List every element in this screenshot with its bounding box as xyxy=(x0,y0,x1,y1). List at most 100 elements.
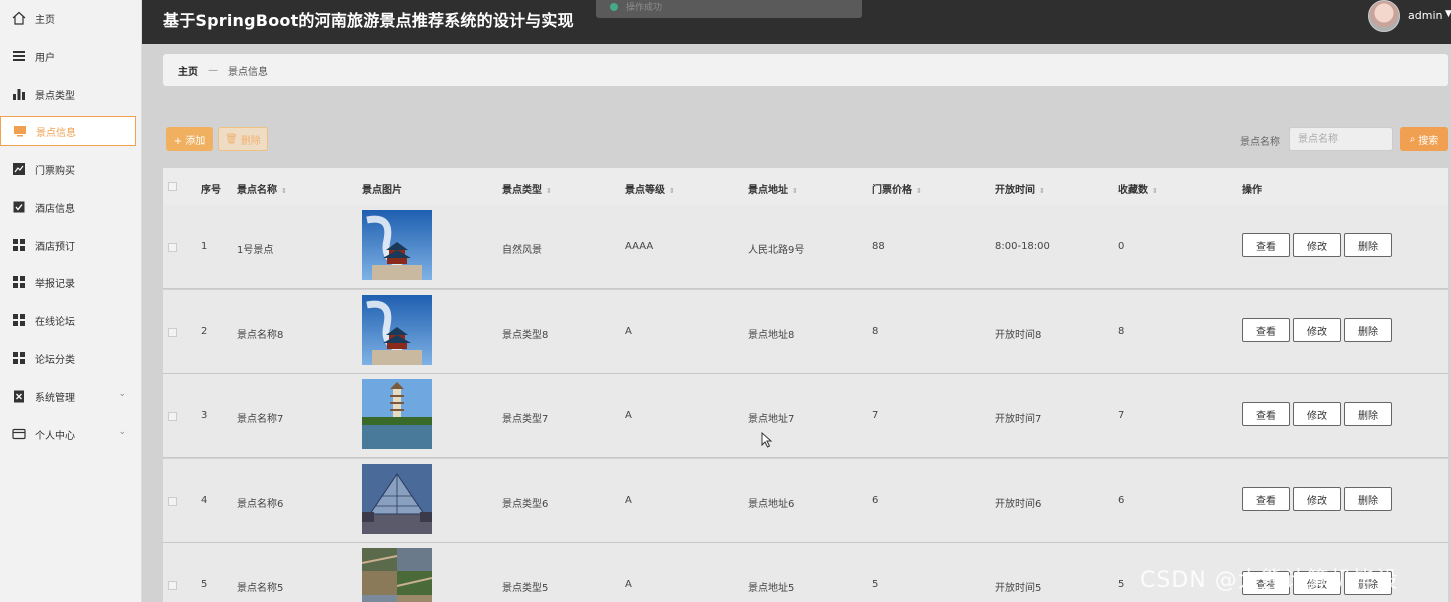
edit-button[interactable]: 修改 xyxy=(1293,233,1341,257)
breadcrumb: 主页 — 景点信息 xyxy=(163,54,1448,86)
delete-selected-button[interactable]: 🗑 删除 xyxy=(218,127,268,151)
cell-type: 自然风景 xyxy=(502,245,542,256)
user-name[interactable]: admin xyxy=(1408,9,1442,22)
col-price[interactable]: 门票价格 ⇕ xyxy=(872,181,922,196)
scenic-image[interactable] xyxy=(361,548,433,602)
avatar[interactable] xyxy=(1368,0,1400,32)
trash-icon: 🗑 xyxy=(225,133,238,145)
cell-name: 景点名称6 xyxy=(237,499,284,510)
col-address[interactable]: 景点地址 ⇕ xyxy=(748,181,798,196)
cell-price: 88 xyxy=(872,241,885,252)
view-button[interactable]: 查看 xyxy=(1242,233,1290,257)
success-icon xyxy=(610,3,618,11)
delete-button[interactable]: 删除 xyxy=(1344,402,1392,426)
cell-price: 8 xyxy=(872,326,879,337)
row-checkbox[interactable] xyxy=(168,412,177,421)
sidebar-item-profile[interactable]: 个人中心 ⌄ xyxy=(0,419,136,449)
cell-address: 景点地址7 xyxy=(748,414,795,425)
breadcrumb-separator: — xyxy=(208,64,218,76)
sidebar-item-tickets[interactable]: 门票购买 xyxy=(0,154,136,184)
clipboard-x-icon xyxy=(12,389,26,403)
cell-hours: 开放时间8 xyxy=(995,330,1042,341)
row-checkbox[interactable] xyxy=(168,581,177,590)
sidebar-item-forum-categories[interactable]: 论坛分类 xyxy=(0,343,136,373)
sidebar-item-label: 酒店信息 xyxy=(35,203,75,215)
checkbox-icon xyxy=(12,200,26,214)
sidebar-item-label: 景点信息 xyxy=(36,127,76,139)
row-checkbox[interactable] xyxy=(168,328,177,337)
sidebar-item-reports[interactable]: 举报记录 xyxy=(0,267,136,297)
col-actions: 操作 xyxy=(1242,185,1262,196)
chevron-down-icon: ⌄ xyxy=(118,389,126,399)
scenic-table: 序号 景点名称 ⇕ 景点图片 景点类型 ⇕ 景点等级 ⇕ 景点地址 ⇕ 门票价格 ⇕ 开放… xyxy=(163,168,1448,205)
delete-button[interactable]: 删除 xyxy=(1344,487,1392,511)
card-icon xyxy=(12,427,26,441)
sidebar-item-label: 在线论坛 xyxy=(35,316,75,328)
scenic-image[interactable] xyxy=(362,464,432,534)
edit-button[interactable]: 修改 xyxy=(1293,487,1341,511)
sidebar-item-hotel-booking[interactable]: 酒店预订 xyxy=(0,230,136,260)
caret-down-icon[interactable]: ▼ xyxy=(1445,9,1451,19)
cell-type: 景点类型5 xyxy=(502,583,549,594)
col-index: 序号 xyxy=(201,185,221,196)
cell-level: A xyxy=(625,495,632,506)
cell-favorites: 7 xyxy=(1118,410,1125,421)
add-button[interactable]: + 添加 xyxy=(166,127,213,151)
grid-icon xyxy=(12,275,26,289)
sort-icon: ⇕ xyxy=(281,187,287,195)
col-price-label: 门票价格 xyxy=(872,185,912,196)
col-level[interactable]: 景点等级 ⇕ xyxy=(625,181,675,196)
col-hours[interactable]: 开放时间 ⇕ xyxy=(995,181,1045,196)
cell-price: 6 xyxy=(872,495,879,506)
sort-icon: ⇕ xyxy=(669,187,675,195)
col-favorites[interactable]: 收藏数 ⇕ xyxy=(1118,181,1158,196)
sidebar-item-scenic-types[interactable]: 景点类型 xyxy=(0,79,136,109)
sidebar-item-label: 酒店预订 xyxy=(35,241,75,253)
edit-button[interactable]: 修改 xyxy=(1293,318,1341,342)
search-button[interactable]: ⌕ 搜索 xyxy=(1400,127,1448,151)
cell-level: A xyxy=(625,579,632,590)
cell-favorites: 6 xyxy=(1118,495,1125,506)
scenic-image[interactable] xyxy=(362,379,432,449)
view-button[interactable]: 查看 xyxy=(1242,318,1290,342)
col-image: 景点图片 xyxy=(362,185,402,196)
view-button[interactable]: 查看 xyxy=(1242,487,1290,511)
table-header: 序号 景点名称 ⇕ 景点图片 景点类型 ⇕ 景点等级 ⇕ 景点地址 ⇕ 门票价格 ⇕ 开放… xyxy=(163,168,1448,205)
delete-button[interactable]: 删除 xyxy=(1344,233,1392,257)
col-name[interactable]: 景点名称 ⇕ xyxy=(237,181,287,196)
delete-selected-label: 删除 xyxy=(240,135,261,147)
sidebar-item-label: 用户 xyxy=(35,52,55,64)
breadcrumb-current: 景点信息 xyxy=(228,66,268,78)
sidebar-item-scenic-info[interactable]: 景点信息 xyxy=(0,116,136,146)
col-type[interactable]: 景点类型 ⇕ xyxy=(502,181,552,196)
row-checkbox[interactable] xyxy=(168,243,177,252)
row-checkbox[interactable] xyxy=(168,497,177,506)
col-hours-label: 开放时间 xyxy=(995,185,1035,196)
grid-icon xyxy=(12,351,26,365)
delete-button[interactable]: 删除 xyxy=(1344,318,1392,342)
success-toast: 操作成功 xyxy=(596,0,862,18)
search-icon: ⌕ xyxy=(1409,133,1416,145)
edit-button[interactable]: 修改 xyxy=(1293,402,1341,426)
sidebar-item-forum[interactable]: 在线论坛 xyxy=(0,305,136,335)
cell-address: 人民北路9号 xyxy=(748,245,805,256)
breadcrumb-home[interactable]: 主页 xyxy=(178,63,198,78)
select-all-checkbox[interactable] xyxy=(168,182,177,191)
scenic-image[interactable] xyxy=(362,295,432,365)
search-input[interactable] xyxy=(1289,127,1393,151)
toast-message: 操作成功 xyxy=(626,3,663,13)
cell-index: 2 xyxy=(201,326,208,337)
sidebar-item-users[interactable]: 用户 xyxy=(0,41,136,71)
sidebar-item-hotel-info[interactable]: 酒店信息 xyxy=(0,192,136,222)
sidebar-item-home[interactable]: 主页 xyxy=(0,3,136,33)
view-button[interactable]: 查看 xyxy=(1242,402,1290,426)
cell-price: 5 xyxy=(872,579,879,590)
sidebar-item-system[interactable]: 系统管理 ⌄ xyxy=(0,381,136,411)
cell-type: 景点类型8 xyxy=(502,330,549,341)
sidebar-item-label: 个人中心 xyxy=(35,430,75,442)
cell-index: 4 xyxy=(201,495,208,506)
sort-icon: ⇕ xyxy=(1039,187,1045,195)
scenic-image[interactable] xyxy=(362,210,432,280)
table-row: 3 景点名称7 景点类型7 A 景点地址7 7 开放时间7 7 查看 修改 删除 xyxy=(163,374,1448,458)
cell-level: A xyxy=(625,326,632,337)
